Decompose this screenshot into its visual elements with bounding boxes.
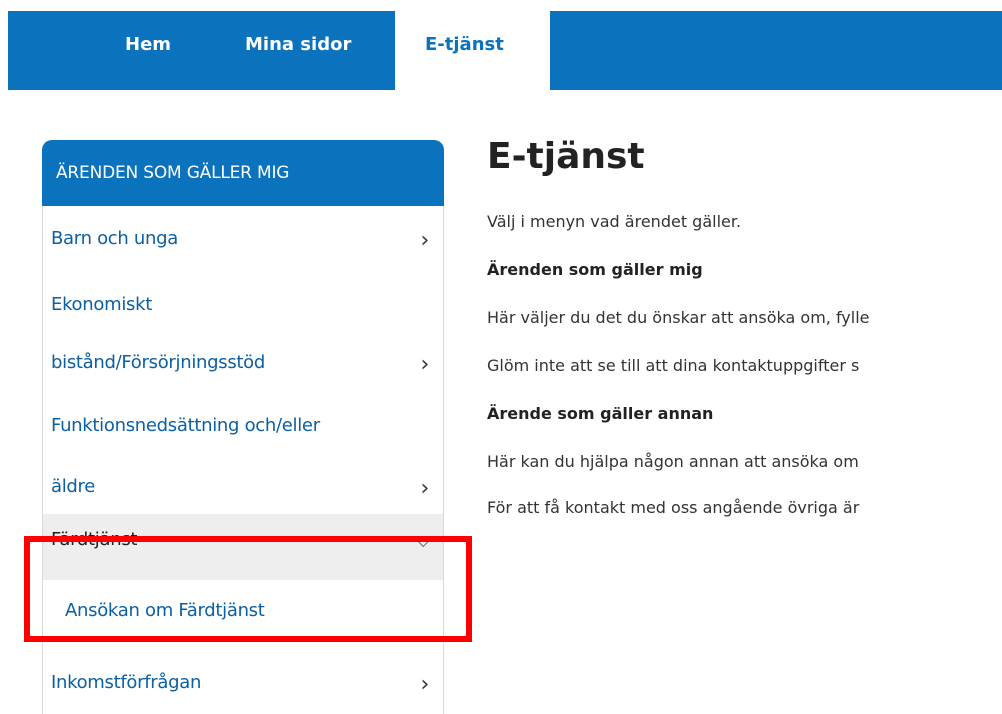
nav-etjanst-tab[interactable]: E-tjänst — [395, 11, 550, 90]
sidebar-item-label: äldre — [51, 476, 96, 497]
section1-paragraph-2: Glöm inte att se till att dina kontaktup… — [487, 356, 860, 375]
chevron-right-icon: › — [420, 228, 430, 253]
sidebar-item-label: Ekonomiskt — [51, 294, 152, 315]
sidebar-item-label: Inkomstförfrågan — [51, 672, 202, 693]
sidebar-item-label: Barn och unga — [51, 228, 179, 249]
sidebar-item-label: bistånd/Försörjningsstöd — [51, 352, 266, 373]
section1-heading: Ärenden som gäller mig — [487, 260, 703, 279]
page-title: E-tjänst — [487, 136, 645, 177]
section2-paragraph-1: Här kan du hjälpa någon annan att ansöka… — [487, 452, 859, 471]
intro-text: Välj i menyn vad ärendet gäller. — [487, 212, 742, 231]
sidebar-item-ekonomiskt-bistand[interactable]: Ekonomiskt bistånd/Försörjningsstöd › — [43, 272, 443, 390]
sidebar-heading: ÄRENDEN SOM GÄLLER MIG — [42, 140, 444, 206]
section2-paragraph-2: För att få kontakt med oss angående övri… — [487, 498, 860, 517]
main-content: E-tjänst Välj i menyn vad ärendet gäller… — [487, 136, 1002, 517]
top-navigation: Hem Mina sidor E-tjänst — [8, 11, 1002, 90]
nav-home-link[interactable]: Hem — [125, 11, 171, 90]
chevron-right-icon: › — [420, 352, 430, 377]
sidebar-item-barn-och-unga[interactable]: Barn och unga › — [43, 206, 443, 272]
chevron-right-icon: › — [420, 672, 430, 697]
sidebar-item-inkomstforfragan[interactable]: Inkomstförfrågan › — [43, 646, 443, 714]
sidebar-item-funktionsnedsattning[interactable]: Funktionsnedsättning och/eller äldre › — [43, 390, 443, 514]
section2-heading: Ärende som gäller annan — [487, 404, 714, 423]
section1-paragraph-1: Här väljer du det du önskar att ansöka o… — [487, 308, 870, 327]
sidebar-item-label: Funktionsnedsättning och/eller — [51, 415, 320, 436]
nav-mina-sidor-link[interactable]: Mina sidor — [245, 11, 351, 90]
highlight-box — [24, 536, 472, 642]
chevron-right-icon: › — [420, 476, 430, 501]
